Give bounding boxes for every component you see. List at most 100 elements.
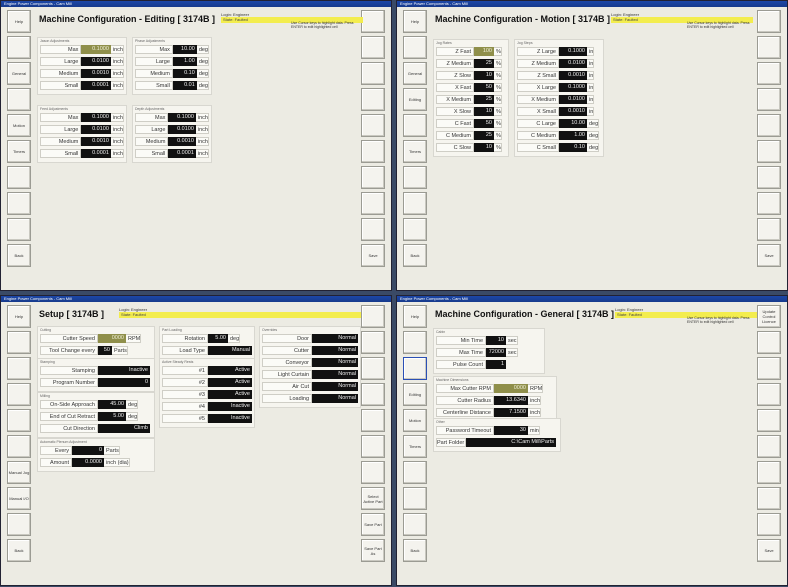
- row-value[interactable]: 0.1000: [559, 82, 587, 92]
- row-value[interactable]: Normal: [312, 369, 358, 379]
- editing-button[interactable]: Editing: [403, 88, 427, 111]
- right-button-6[interactable]: [757, 140, 781, 163]
- row-value[interactable]: 1: [486, 359, 506, 369]
- right-button-2[interactable]: [757, 331, 781, 354]
- row-value[interactable]: 0.01: [172, 80, 197, 90]
- save-button[interactable]: Save: [757, 244, 781, 267]
- left-button-9[interactable]: [7, 513, 31, 536]
- row-value[interactable]: 0.1000: [168, 112, 196, 122]
- right-button-2[interactable]: [361, 331, 385, 354]
- right-button-7[interactable]: [361, 461, 385, 484]
- row-value[interactable]: 30: [494, 425, 528, 435]
- row-value[interactable]: 100: [474, 46, 494, 56]
- general-button[interactable]: General: [7, 62, 31, 85]
- left-button-2[interactable]: [7, 331, 31, 354]
- row-value[interactable]: 25: [474, 58, 494, 68]
- motion-button[interactable]: Motion: [403, 409, 427, 432]
- row-value[interactable]: Normal: [312, 393, 358, 403]
- right-button-4[interactable]: [757, 383, 781, 406]
- row-value[interactable]: 0.0100: [559, 58, 587, 68]
- row-value[interactable]: 1.00: [172, 56, 197, 66]
- right-button-2[interactable]: [757, 36, 781, 59]
- left-button-8[interactable]: [7, 192, 31, 215]
- row-value[interactable]: 0: [72, 445, 104, 455]
- left-button-7[interactable]: [7, 166, 31, 189]
- row-value[interactable]: 0.0100: [81, 56, 111, 66]
- row-value[interactable]: 0.0100: [559, 94, 587, 104]
- right-button-9[interactable]: [757, 218, 781, 241]
- right-button-4[interactable]: [361, 88, 385, 111]
- left-button-2[interactable]: [403, 331, 427, 354]
- row-value[interactable]: 0.10: [559, 142, 587, 152]
- row-value[interactable]: 0.0001: [81, 148, 111, 158]
- right-button-3[interactable]: [757, 62, 781, 85]
- row-value[interactable]: 10.00: [172, 44, 197, 54]
- right-button-9[interactable]: [361, 218, 385, 241]
- right-button-7[interactable]: [757, 166, 781, 189]
- motion-button[interactable]: Motion: [7, 114, 31, 137]
- help-button[interactable]: Help: [7, 305, 31, 328]
- manual-io-button[interactable]: Manual I/O: [7, 487, 31, 510]
- row-value[interactable]: Inactive: [208, 401, 252, 411]
- back-button[interactable]: Back: [7, 244, 31, 267]
- help-button[interactable]: Help: [403, 10, 427, 33]
- row-value[interactable]: Inactive: [98, 365, 150, 375]
- row-value[interactable]: 10: [474, 106, 494, 116]
- right-button-5[interactable]: [757, 114, 781, 137]
- row-value[interactable]: 72000: [486, 347, 506, 357]
- left-button-2[interactable]: [7, 36, 31, 59]
- row-value[interactable]: 50: [474, 82, 494, 92]
- back-button[interactable]: Back: [403, 539, 427, 562]
- right-button-3[interactable]: [361, 357, 385, 380]
- row-value[interactable]: 0.0010: [81, 68, 111, 78]
- save-button[interactable]: Save: [757, 539, 781, 562]
- row-value[interactable]: 45.00: [98, 399, 126, 409]
- timers-button[interactable]: Timers: [7, 140, 31, 163]
- row-value[interactable]: 50: [98, 345, 112, 355]
- left-button-8[interactable]: [403, 192, 427, 215]
- row-value[interactable]: 25: [474, 130, 494, 140]
- left-button-9[interactable]: [403, 513, 427, 536]
- right-button-8[interactable]: [757, 487, 781, 510]
- row-value[interactable]: Active: [208, 389, 252, 399]
- right-button-5[interactable]: [757, 409, 781, 432]
- row-value[interactable]: 0: [98, 377, 150, 387]
- right-button-7[interactable]: [757, 461, 781, 484]
- row-value[interactable]: 0.0010: [559, 106, 587, 116]
- row-value[interactable]: 7.1500: [494, 407, 528, 417]
- row-value[interactable]: 10: [474, 142, 494, 152]
- left-button-4[interactable]: [7, 88, 31, 111]
- update-licence-button[interactable]: Update Control Licence: [757, 305, 781, 328]
- back-button[interactable]: Back: [7, 539, 31, 562]
- row-value[interactable]: 0.0010: [168, 136, 196, 146]
- timers-button[interactable]: Timers: [403, 435, 427, 458]
- left-button-3[interactable]: [7, 357, 31, 380]
- right-button-4[interactable]: [361, 383, 385, 406]
- row-value[interactable]: Active: [208, 377, 252, 387]
- left-button-8[interactable]: [403, 487, 427, 510]
- right-button-9[interactable]: [757, 513, 781, 536]
- row-value[interactable]: Climb: [98, 423, 150, 433]
- row-value[interactable]: Active: [208, 365, 252, 375]
- row-value[interactable]: 0.0100: [81, 124, 111, 134]
- editing-button[interactable]: Editing: [403, 383, 427, 406]
- right-button-6[interactable]: [757, 435, 781, 458]
- help-button[interactable]: Help: [403, 305, 427, 328]
- row-value[interactable]: Inactive: [208, 413, 252, 423]
- row-value[interactable]: Normal: [312, 345, 358, 355]
- left-button-5[interactable]: [7, 409, 31, 432]
- manual-jog-button[interactable]: Manual Jog: [7, 461, 31, 484]
- right-button-1[interactable]: [361, 305, 385, 328]
- part-folder-field[interactable]: C:\Cam Mill\Parts: [466, 437, 556, 447]
- right-button-8[interactable]: [361, 192, 385, 215]
- row-value[interactable]: 10: [474, 70, 494, 80]
- row-value[interactable]: Normal: [312, 381, 358, 391]
- row-value[interactable]: 0000: [98, 333, 126, 343]
- save-part-button[interactable]: Save Part: [361, 513, 385, 536]
- help-button[interactable]: Help: [7, 10, 31, 33]
- timers-button[interactable]: Timers: [403, 140, 427, 163]
- right-button-3[interactable]: [361, 62, 385, 85]
- save-part-as-button[interactable]: Save Part As: [361, 539, 385, 562]
- right-button-1[interactable]: [361, 10, 385, 33]
- row-value[interactable]: Manual: [208, 345, 252, 355]
